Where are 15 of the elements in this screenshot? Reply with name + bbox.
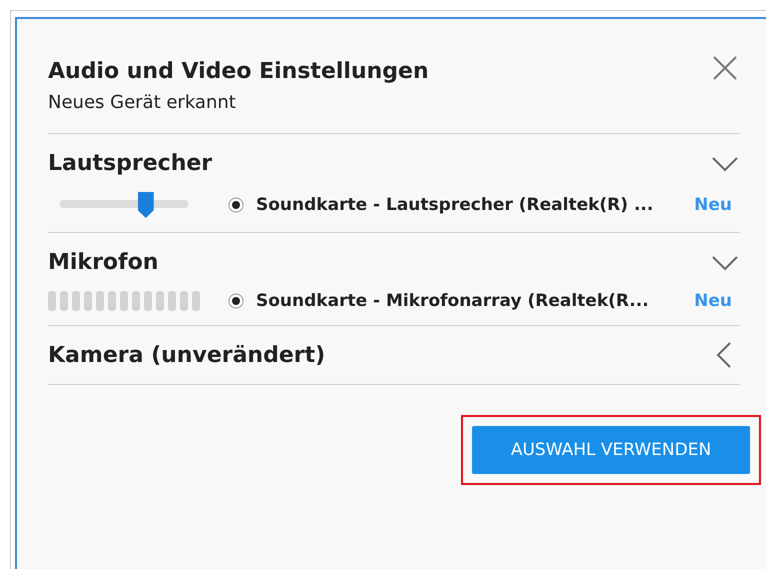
- use-selection-button[interactable]: AUSWAHL VERWENDEN: [472, 426, 750, 474]
- device-name: Soundkarte - Lautsprecher (Realtek(R) ...: [256, 195, 654, 215]
- section-title: Mikrofon: [48, 250, 158, 274]
- new-label: Neu: [694, 195, 732, 215]
- dialog-subtitle: Neues Gerät erkannt: [48, 92, 237, 113]
- dialog-title: Audio und Video Einstellungen: [48, 59, 429, 84]
- radio-button[interactable]: [228, 293, 244, 309]
- device-name: Soundkarte - Mikrofonarray (Realtek(R...: [256, 291, 650, 311]
- slider-thumb[interactable]: [138, 192, 154, 218]
- close-icon[interactable]: [712, 55, 738, 81]
- new-label: Neu: [694, 291, 732, 311]
- volume-slider[interactable]: [60, 192, 188, 218]
- section-title: Lautsprecher: [48, 150, 212, 176]
- section-title: Kamera (unverändert): [48, 342, 326, 368]
- radio-button[interactable]: [228, 197, 244, 213]
